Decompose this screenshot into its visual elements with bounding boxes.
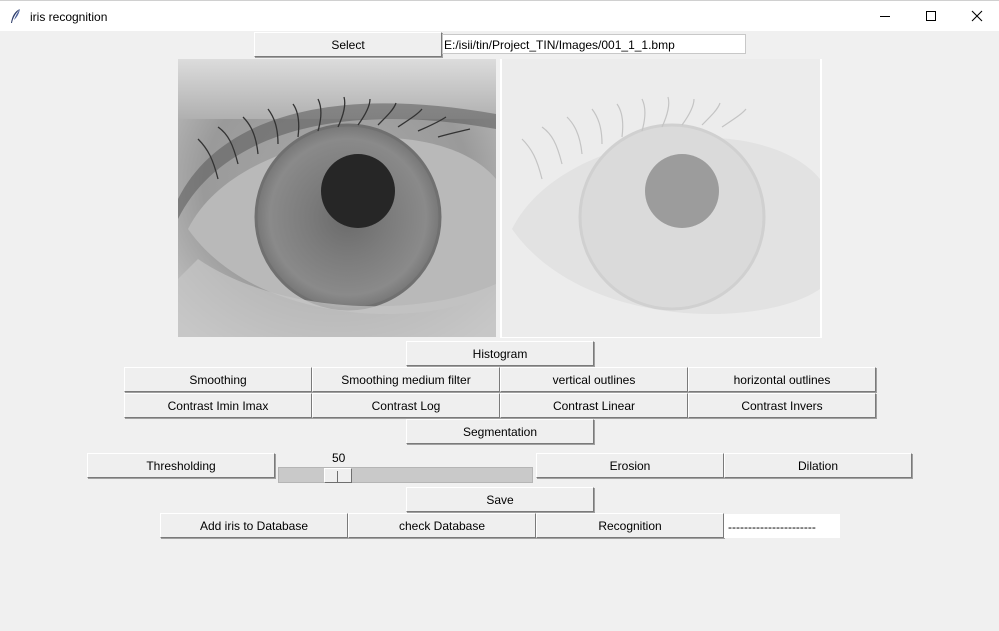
contrast-linear-button[interactable]: Contrast Linear xyxy=(500,393,688,418)
histogram-button[interactable]: Histogram xyxy=(406,341,594,366)
vertical-outlines-button[interactable]: vertical outlines xyxy=(500,367,688,392)
minimize-button[interactable] xyxy=(862,1,908,31)
check-database-button[interactable]: check Database xyxy=(348,513,536,538)
smoothing-median-button[interactable]: Smoothing medium filter xyxy=(312,367,500,392)
processed-eye-image xyxy=(500,59,822,338)
maximize-button[interactable] xyxy=(908,1,954,31)
add-iris-button[interactable]: Add iris to Database xyxy=(160,513,348,538)
segmentation-button[interactable]: Segmentation xyxy=(406,419,594,444)
close-icon xyxy=(971,10,983,22)
recognition-result: ---------------------- xyxy=(724,514,840,538)
maximize-icon xyxy=(926,11,936,21)
minimize-icon xyxy=(880,16,890,17)
thresholding-button[interactable]: Thresholding xyxy=(87,453,275,478)
original-eye-image xyxy=(178,59,496,337)
contrast-invers-button[interactable]: Contrast Invers xyxy=(688,393,876,418)
contrast-log-button[interactable]: Contrast Log xyxy=(312,393,500,418)
threshold-slider-handle[interactable] xyxy=(324,468,352,483)
dilation-button[interactable]: Dilation xyxy=(724,453,912,478)
window-title: iris recognition xyxy=(30,10,108,24)
save-button[interactable]: Save xyxy=(406,487,594,512)
erosion-button[interactable]: Erosion xyxy=(536,453,724,478)
threshold-value-label: 50 xyxy=(332,451,346,465)
horizontal-outlines-button[interactable]: horizontal outlines xyxy=(688,367,876,392)
select-button[interactable]: Select xyxy=(254,32,442,57)
title-bar: iris recognition xyxy=(0,0,999,31)
contrast-imin-imax-button[interactable]: Contrast Imin Imax xyxy=(124,393,312,418)
smoothing-button[interactable]: Smoothing xyxy=(124,367,312,392)
feather-icon xyxy=(9,8,23,24)
file-path-input[interactable]: E:/isii/tin/Project_TIN/Images/001_1_1.b… xyxy=(442,34,746,54)
recognition-button[interactable]: Recognition xyxy=(536,513,724,538)
threshold-slider[interactable] xyxy=(278,467,533,483)
close-button[interactable] xyxy=(954,1,999,31)
